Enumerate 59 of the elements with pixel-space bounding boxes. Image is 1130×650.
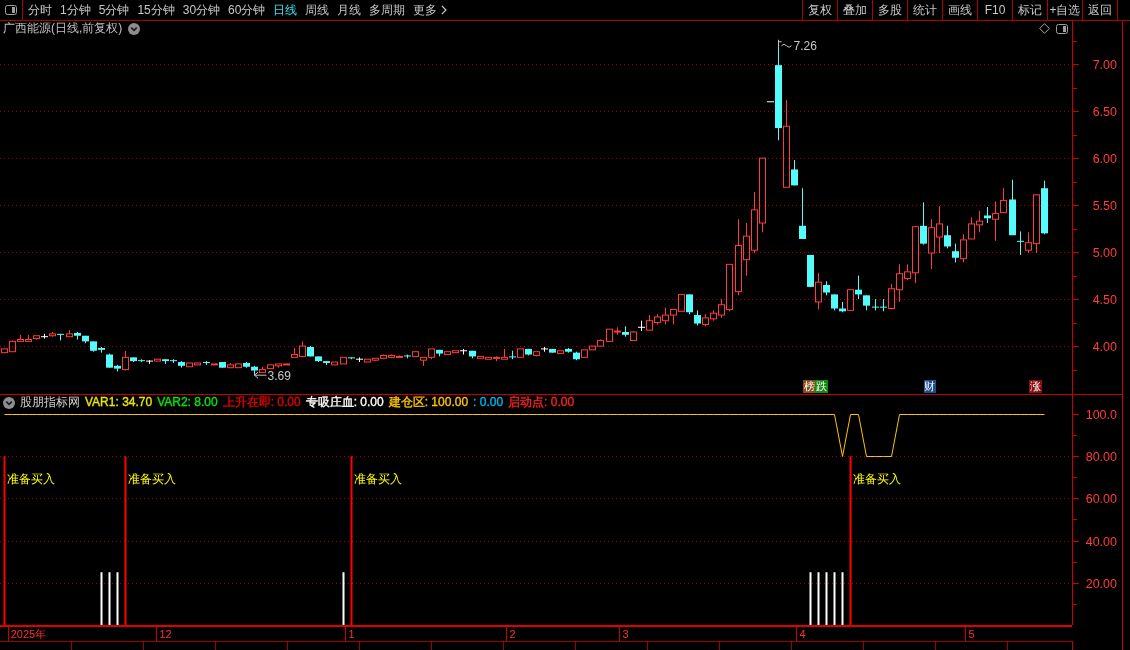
price-annotation: 3.69 (267, 369, 291, 384)
period-tab[interactable]: 更多 (409, 0, 452, 20)
price-label: 5.50 (1092, 199, 1117, 213)
price-label: 6.00 (1092, 152, 1117, 166)
diamond-icon[interactable] (1039, 23, 1050, 34)
chevron-down-icon[interactable] (128, 22, 141, 35)
indicator-value: : 0.00 (473, 395, 504, 410)
period-tab[interactable]: 分时 (24, 0, 56, 20)
indicator-value: VAR1: 34.70 (85, 395, 153, 410)
price-label: 6.50 (1092, 105, 1117, 119)
event-tag: 财 (923, 380, 937, 393)
indicator-value: 上升在即: 0.00 (222, 395, 301, 410)
price-label: 4.00 (1092, 340, 1117, 354)
period-tab[interactable]: 1分钟 (56, 0, 95, 20)
value-label: 80.00 (1085, 450, 1117, 464)
pointer-icon (778, 41, 792, 49)
sidebar-icon[interactable] (5, 5, 17, 15)
indicator-value: 启动点: 0.00 (508, 395, 575, 410)
indicator-value: VAR2: 8.00 (157, 395, 218, 410)
date-label: 3 (622, 628, 629, 640)
signal-label: 准备买入 (127, 472, 176, 487)
period-tab[interactable]: 周线 (301, 0, 334, 20)
price-annotation: 7.26 (793, 38, 817, 53)
date-label: 2025年 (10, 628, 47, 640)
indicator-value: 建仓区: 100.00 (388, 395, 469, 410)
date-label: 1 (348, 628, 355, 640)
stock-title: 广西能源(日线,前复权) (3, 21, 123, 36)
indicator-value: 专吸庄血: 0.00 (305, 395, 384, 410)
value-label: 20.00 (1085, 577, 1117, 591)
signal-label: 准备买入 (353, 472, 402, 487)
signal-label: 准备买入 (852, 472, 901, 487)
event-tag: 榜 (802, 380, 816, 393)
period-tab[interactable]: 多周期 (365, 0, 410, 20)
chevron-right-icon (441, 5, 448, 15)
event-tag: 跌 (815, 380, 828, 393)
value-label: 60.00 (1085, 492, 1117, 506)
event-tag: 涨 (1029, 380, 1042, 393)
toolbar-button[interactable]: +自选 (1047, 0, 1082, 20)
candlestick (637, 320, 646, 332)
date-label: 12 (159, 628, 172, 640)
period-tab[interactable]: 5分钟 (94, 0, 134, 20)
period-tab[interactable]: 15分钟 (133, 0, 179, 20)
period-tab[interactable]: 日线 (269, 0, 302, 20)
period-tab[interactable]: 月线 (333, 0, 366, 20)
price-label: 7.00 (1092, 58, 1117, 72)
sidebar-icon[interactable] (1056, 23, 1068, 34)
period-tab[interactable]: 30分钟 (178, 0, 225, 20)
signal-label: 准备买入 (6, 472, 55, 487)
value-label: 40.00 (1085, 535, 1117, 549)
value-label: 100.0 (1085, 408, 1117, 422)
date-label: 5 (968, 628, 975, 640)
chevron-down-icon[interactable] (3, 396, 15, 409)
price-label: 5.00 (1092, 246, 1117, 260)
date-label: 4 (799, 628, 806, 640)
date-label: 2 (509, 628, 516, 640)
period-tab[interactable]: 60分钟 (224, 0, 270, 20)
price-label: 4.50 (1092, 293, 1117, 307)
indicator-name: 股朋指标网 (20, 395, 80, 410)
left-arrow-icon (254, 371, 267, 379)
